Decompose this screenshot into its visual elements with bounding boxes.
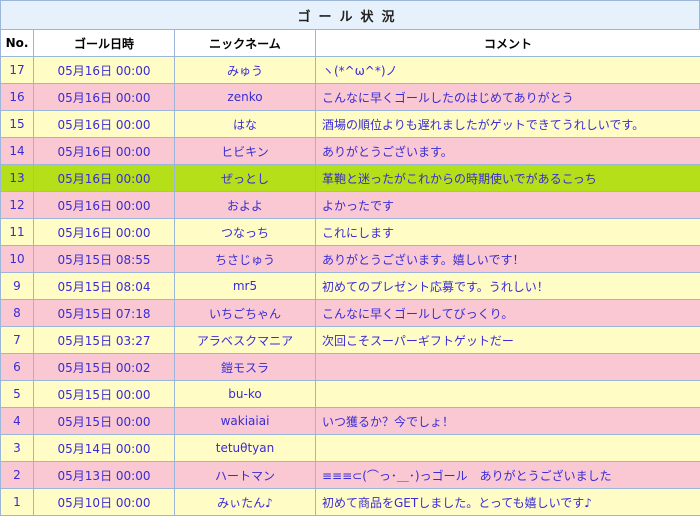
cell-date: 05月15日 03:27 bbox=[34, 327, 175, 354]
cell-date: 05月15日 07:18 bbox=[34, 300, 175, 327]
cell-nickname: bu-ko bbox=[175, 381, 316, 408]
cell-comment: ありがとうございます。 bbox=[316, 138, 700, 165]
header-comment: コメント bbox=[316, 30, 700, 57]
cell-nickname: zenko bbox=[175, 84, 316, 111]
table-row: 1705月16日 00:00みゅうヽ(*^ω^*)ノ bbox=[1, 57, 700, 84]
table-row: 105月10日 00:00みぃたん♪初めて商品をGETしました。とっても嬉しいで… bbox=[1, 489, 700, 516]
cell-date: 05月16日 00:00 bbox=[34, 57, 175, 84]
cell-no: 1 bbox=[1, 489, 34, 516]
header-nickname: ニックネーム bbox=[175, 30, 316, 57]
cell-no: 11 bbox=[1, 219, 34, 246]
page-title: ゴール状況 bbox=[0, 0, 700, 30]
cell-nickname: みゅう bbox=[175, 57, 316, 84]
table-row: 205月13日 00:00ハートマン≡≡≡⊂(⌒っ･＿･)っゴール ありがとうご… bbox=[1, 462, 700, 489]
cell-date: 05月16日 00:00 bbox=[34, 192, 175, 219]
cell-no: 16 bbox=[1, 84, 34, 111]
cell-date: 05月15日 08:55 bbox=[34, 246, 175, 273]
cell-comment: 初めて商品をGETしました。とっても嬉しいです♪ bbox=[316, 489, 700, 516]
cell-no: 15 bbox=[1, 111, 34, 138]
cell-comment: 酒場の順位よりも遅れましたがゲットできてうれしいです。 bbox=[316, 111, 700, 138]
cell-comment bbox=[316, 381, 700, 408]
table-row: 1005月15日 08:55ちさじゅうありがとうございます。嬉しいです！ bbox=[1, 246, 700, 273]
table-row: 1105月16日 00:00つなっちこれにします bbox=[1, 219, 700, 246]
cell-no: 4 bbox=[1, 408, 34, 435]
cell-nickname: ちさじゅう bbox=[175, 246, 316, 273]
table-row: 1405月16日 00:00ヒビキンありがとうございます。 bbox=[1, 138, 700, 165]
cell-date: 05月15日 00:00 bbox=[34, 381, 175, 408]
cell-date: 05月15日 00:02 bbox=[34, 354, 175, 381]
cell-comment bbox=[316, 354, 700, 381]
cell-date: 05月15日 08:04 bbox=[34, 273, 175, 300]
header-date: ゴール日時 bbox=[34, 30, 175, 57]
cell-nickname: アラベスクマニア bbox=[175, 327, 316, 354]
table-header-row: No. ゴール日時 ニックネーム コメント bbox=[1, 30, 700, 57]
cell-nickname: wakiaiai bbox=[175, 408, 316, 435]
table-row: 1505月16日 00:00はな酒場の順位よりも遅れましたがゲットできてうれしい… bbox=[1, 111, 700, 138]
cell-comment: よかったです bbox=[316, 192, 700, 219]
table-row: 1605月16日 00:00zenkoこんなに早くゴールしたのはじめてありがとう bbox=[1, 84, 700, 111]
cell-date: 05月10日 00:00 bbox=[34, 489, 175, 516]
cell-comment: 革鞄と迷ったがこれからの時期使いでがあるこっち bbox=[316, 165, 700, 192]
cell-comment: 次回こそスーパーギフトゲットだー bbox=[316, 327, 700, 354]
cell-nickname: いちごちゃん bbox=[175, 300, 316, 327]
cell-no: 17 bbox=[1, 57, 34, 84]
cell-comment: こんなに早くゴールしたのはじめてありがとう bbox=[316, 84, 700, 111]
cell-comment: いつ獲るか？今でしょ！ bbox=[316, 408, 700, 435]
table-row: 905月15日 08:04mr5初めてのプレゼント応募です。うれしい！ bbox=[1, 273, 700, 300]
cell-comment: 初めてのプレゼント応募です。うれしい！ bbox=[316, 273, 700, 300]
cell-comment: ≡≡≡⊂(⌒っ･＿･)っゴール ありがとうございました bbox=[316, 462, 700, 489]
cell-nickname: tetuθtyan bbox=[175, 435, 316, 462]
cell-nickname: mr5 bbox=[175, 273, 316, 300]
cell-nickname: つなっち bbox=[175, 219, 316, 246]
cell-nickname: およよ bbox=[175, 192, 316, 219]
table-row: 405月15日 00:00wakiaiaiいつ獲るか？今でしょ！ bbox=[1, 408, 700, 435]
cell-no: 2 bbox=[1, 462, 34, 489]
cell-nickname: ぜっとし bbox=[175, 165, 316, 192]
table-row: 505月15日 00:00bu-ko bbox=[1, 381, 700, 408]
cell-nickname: みぃたん♪ bbox=[175, 489, 316, 516]
cell-date: 05月16日 00:00 bbox=[34, 138, 175, 165]
table-row: 605月15日 00:02鎧モスラ bbox=[1, 354, 700, 381]
cell-date: 05月16日 00:00 bbox=[34, 165, 175, 192]
header-no: No. bbox=[1, 30, 34, 57]
cell-date: 05月16日 00:00 bbox=[34, 84, 175, 111]
table-row: 1305月16日 00:00ぜっとし革鞄と迷ったがこれからの時期使いでがあるこっ… bbox=[1, 165, 700, 192]
cell-no: 7 bbox=[1, 327, 34, 354]
cell-no: 3 bbox=[1, 435, 34, 462]
cell-date: 05月16日 00:00 bbox=[34, 111, 175, 138]
goal-table: No. ゴール日時 ニックネーム コメント 1705月16日 00:00みゅうヽ… bbox=[0, 29, 700, 516]
cell-comment: これにします bbox=[316, 219, 700, 246]
cell-nickname: ヒビキン bbox=[175, 138, 316, 165]
cell-nickname: 鎧モスラ bbox=[175, 354, 316, 381]
table-row: 305月14日 00:00tetuθtyan bbox=[1, 435, 700, 462]
cell-no: 12 bbox=[1, 192, 34, 219]
cell-comment: ありがとうございます。嬉しいです！ bbox=[316, 246, 700, 273]
cell-comment: こんなに早くゴールしてびっくり。 bbox=[316, 300, 700, 327]
table-row: 1205月16日 00:00およよよかったです bbox=[1, 192, 700, 219]
cell-comment: ヽ(*^ω^*)ノ bbox=[316, 57, 700, 84]
cell-date: 05月14日 00:00 bbox=[34, 435, 175, 462]
cell-no: 13 bbox=[1, 165, 34, 192]
cell-no: 8 bbox=[1, 300, 34, 327]
cell-no: 10 bbox=[1, 246, 34, 273]
table-row: 805月15日 07:18いちごちゃんこんなに早くゴールしてびっくり。 bbox=[1, 300, 700, 327]
table-row: 705月15日 03:27アラベスクマニア次回こそスーパーギフトゲットだー bbox=[1, 327, 700, 354]
cell-nickname: ハートマン bbox=[175, 462, 316, 489]
cell-nickname: はな bbox=[175, 111, 316, 138]
goal-status-panel: ゴール状況 No. ゴール日時 ニックネーム コメント 1705月16日 00:… bbox=[0, 0, 700, 514]
cell-date: 05月16日 00:00 bbox=[34, 219, 175, 246]
cell-comment bbox=[316, 435, 700, 462]
cell-date: 05月13日 00:00 bbox=[34, 462, 175, 489]
cell-no: 14 bbox=[1, 138, 34, 165]
cell-no: 5 bbox=[1, 381, 34, 408]
cell-no: 6 bbox=[1, 354, 34, 381]
cell-no: 9 bbox=[1, 273, 34, 300]
cell-date: 05月15日 00:00 bbox=[34, 408, 175, 435]
